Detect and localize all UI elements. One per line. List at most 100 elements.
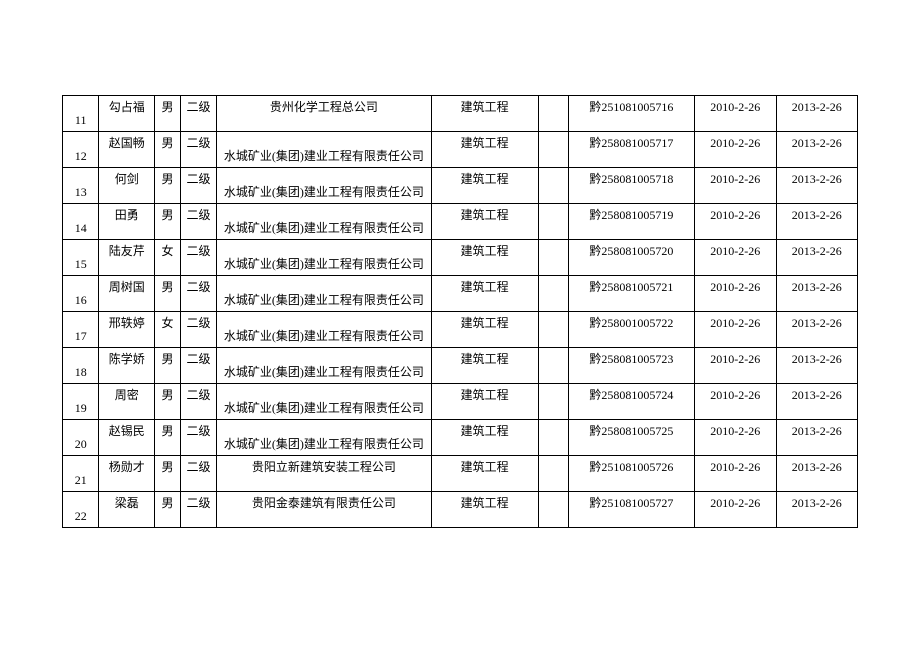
cell-index: 21 <box>63 456 99 492</box>
cell-date-start: 2010-2-26 <box>695 96 776 132</box>
cell-date-start: 2010-2-26 <box>695 312 776 348</box>
cell-index: 11 <box>63 96 99 132</box>
cell-date-start: 2010-2-26 <box>695 168 776 204</box>
cell-date-end: 2013-2-26 <box>776 384 857 420</box>
cell-company: 水城矿业(集团)建业工程有限责任公司 <box>217 420 431 456</box>
cell-blank <box>538 384 568 420</box>
cell-level: 二级 <box>180 240 216 276</box>
cell-index: 17 <box>63 312 99 348</box>
cell-level: 二级 <box>180 384 216 420</box>
cell-cert: 黔258081005719 <box>568 204 694 240</box>
cell-blank <box>538 492 568 528</box>
cell-name: 勾占福 <box>99 96 155 132</box>
cell-company: 水城矿业(集团)建业工程有限责任公司 <box>217 132 431 168</box>
cell-date-end: 2013-2-26 <box>776 240 857 276</box>
cell-field: 建筑工程 <box>431 492 538 528</box>
cell-date-end: 2013-2-26 <box>776 420 857 456</box>
cell-gender: 男 <box>155 384 181 420</box>
cell-blank <box>538 420 568 456</box>
cell-date-start: 2010-2-26 <box>695 240 776 276</box>
cell-blank <box>538 204 568 240</box>
cell-level: 二级 <box>180 348 216 384</box>
cell-index: 22 <box>63 492 99 528</box>
cell-index: 19 <box>63 384 99 420</box>
cell-gender: 男 <box>155 96 181 132</box>
table-row: 22梁磊男二级贵阳金泰建筑有限责任公司建筑工程黔2510810057272010… <box>63 492 858 528</box>
cell-cert: 黔251081005716 <box>568 96 694 132</box>
cell-level: 二级 <box>180 276 216 312</box>
cell-company: 水城矿业(集团)建业工程有限责任公司 <box>217 168 431 204</box>
cell-cert: 黔258081005724 <box>568 384 694 420</box>
cell-cert: 黔251081005726 <box>568 456 694 492</box>
cell-cert: 黔258081005721 <box>568 276 694 312</box>
cell-level: 二级 <box>180 132 216 168</box>
cell-date-start: 2010-2-26 <box>695 348 776 384</box>
registry-table: 11勾占福男二级贵州化学工程总公司建筑工程黔2510810057162010-2… <box>62 95 858 528</box>
cell-gender: 男 <box>155 456 181 492</box>
cell-date-end: 2013-2-26 <box>776 204 857 240</box>
cell-gender: 女 <box>155 312 181 348</box>
cell-field: 建筑工程 <box>431 132 538 168</box>
table-row: 16周树国男二级水城矿业(集团)建业工程有限责任公司建筑工程黔258081005… <box>63 276 858 312</box>
table-row: 21杨勋才男二级贵阳立新建筑安装工程公司建筑工程黔251081005726201… <box>63 456 858 492</box>
cell-date-end: 2013-2-26 <box>776 492 857 528</box>
cell-name: 周树国 <box>99 276 155 312</box>
cell-name: 周密 <box>99 384 155 420</box>
cell-cert: 黔258081005720 <box>568 240 694 276</box>
cell-field: 建筑工程 <box>431 96 538 132</box>
cell-blank <box>538 240 568 276</box>
cell-level: 二级 <box>180 204 216 240</box>
cell-level: 二级 <box>180 96 216 132</box>
cell-level: 二级 <box>180 456 216 492</box>
cell-gender: 男 <box>155 492 181 528</box>
table-row: 17邢轶婷女二级水城矿业(集团)建业工程有限责任公司建筑工程黔258001005… <box>63 312 858 348</box>
cell-cert: 黔251081005727 <box>568 492 694 528</box>
cell-gender: 男 <box>155 348 181 384</box>
table-row: 20赵锡民男二级水城矿业(集团)建业工程有限责任公司建筑工程黔258081005… <box>63 420 858 456</box>
cell-date-start: 2010-2-26 <box>695 420 776 456</box>
cell-cert: 黔258081005723 <box>568 348 694 384</box>
cell-field: 建筑工程 <box>431 348 538 384</box>
table-row: 14田勇男二级水城矿业(集团)建业工程有限责任公司建筑工程黔2580810057… <box>63 204 858 240</box>
cell-index: 12 <box>63 132 99 168</box>
cell-field: 建筑工程 <box>431 276 538 312</box>
cell-level: 二级 <box>180 168 216 204</box>
cell-field: 建筑工程 <box>431 456 538 492</box>
cell-date-end: 2013-2-26 <box>776 456 857 492</box>
cell-field: 建筑工程 <box>431 384 538 420</box>
cell-company: 水城矿业(集团)建业工程有限责任公司 <box>217 384 431 420</box>
cell-blank <box>538 132 568 168</box>
cell-gender: 男 <box>155 276 181 312</box>
cell-index: 16 <box>63 276 99 312</box>
cell-field: 建筑工程 <box>431 168 538 204</box>
cell-date-end: 2013-2-26 <box>776 96 857 132</box>
cell-blank <box>538 276 568 312</box>
table-row: 15陆友芹女二级水城矿业(集团)建业工程有限责任公司建筑工程黔258081005… <box>63 240 858 276</box>
cell-field: 建筑工程 <box>431 204 538 240</box>
cell-blank <box>538 96 568 132</box>
cell-date-end: 2013-2-26 <box>776 312 857 348</box>
cell-date-end: 2013-2-26 <box>776 348 857 384</box>
cell-gender: 男 <box>155 168 181 204</box>
cell-name: 梁磊 <box>99 492 155 528</box>
cell-field: 建筑工程 <box>431 240 538 276</box>
cell-date-start: 2010-2-26 <box>695 132 776 168</box>
cell-index: 15 <box>63 240 99 276</box>
cell-name: 田勇 <box>99 204 155 240</box>
cell-index: 14 <box>63 204 99 240</box>
cell-date-start: 2010-2-26 <box>695 276 776 312</box>
cell-date-start: 2010-2-26 <box>695 384 776 420</box>
cell-company: 水城矿业(集团)建业工程有限责任公司 <box>217 348 431 384</box>
cell-company: 贵阳金泰建筑有限责任公司 <box>217 492 431 528</box>
cell-level: 二级 <box>180 492 216 528</box>
cell-cert: 黔258081005717 <box>568 132 694 168</box>
cell-blank <box>538 312 568 348</box>
cell-company: 水城矿业(集团)建业工程有限责任公司 <box>217 240 431 276</box>
cell-cert: 黔258081005718 <box>568 168 694 204</box>
table-row: 12赵国畅男二级水城矿业(集团)建业工程有限责任公司建筑工程黔258081005… <box>63 132 858 168</box>
cell-gender: 男 <box>155 132 181 168</box>
cell-index: 18 <box>63 348 99 384</box>
cell-cert: 黔258081005725 <box>568 420 694 456</box>
cell-name: 邢轶婷 <box>99 312 155 348</box>
cell-date-end: 2013-2-26 <box>776 132 857 168</box>
